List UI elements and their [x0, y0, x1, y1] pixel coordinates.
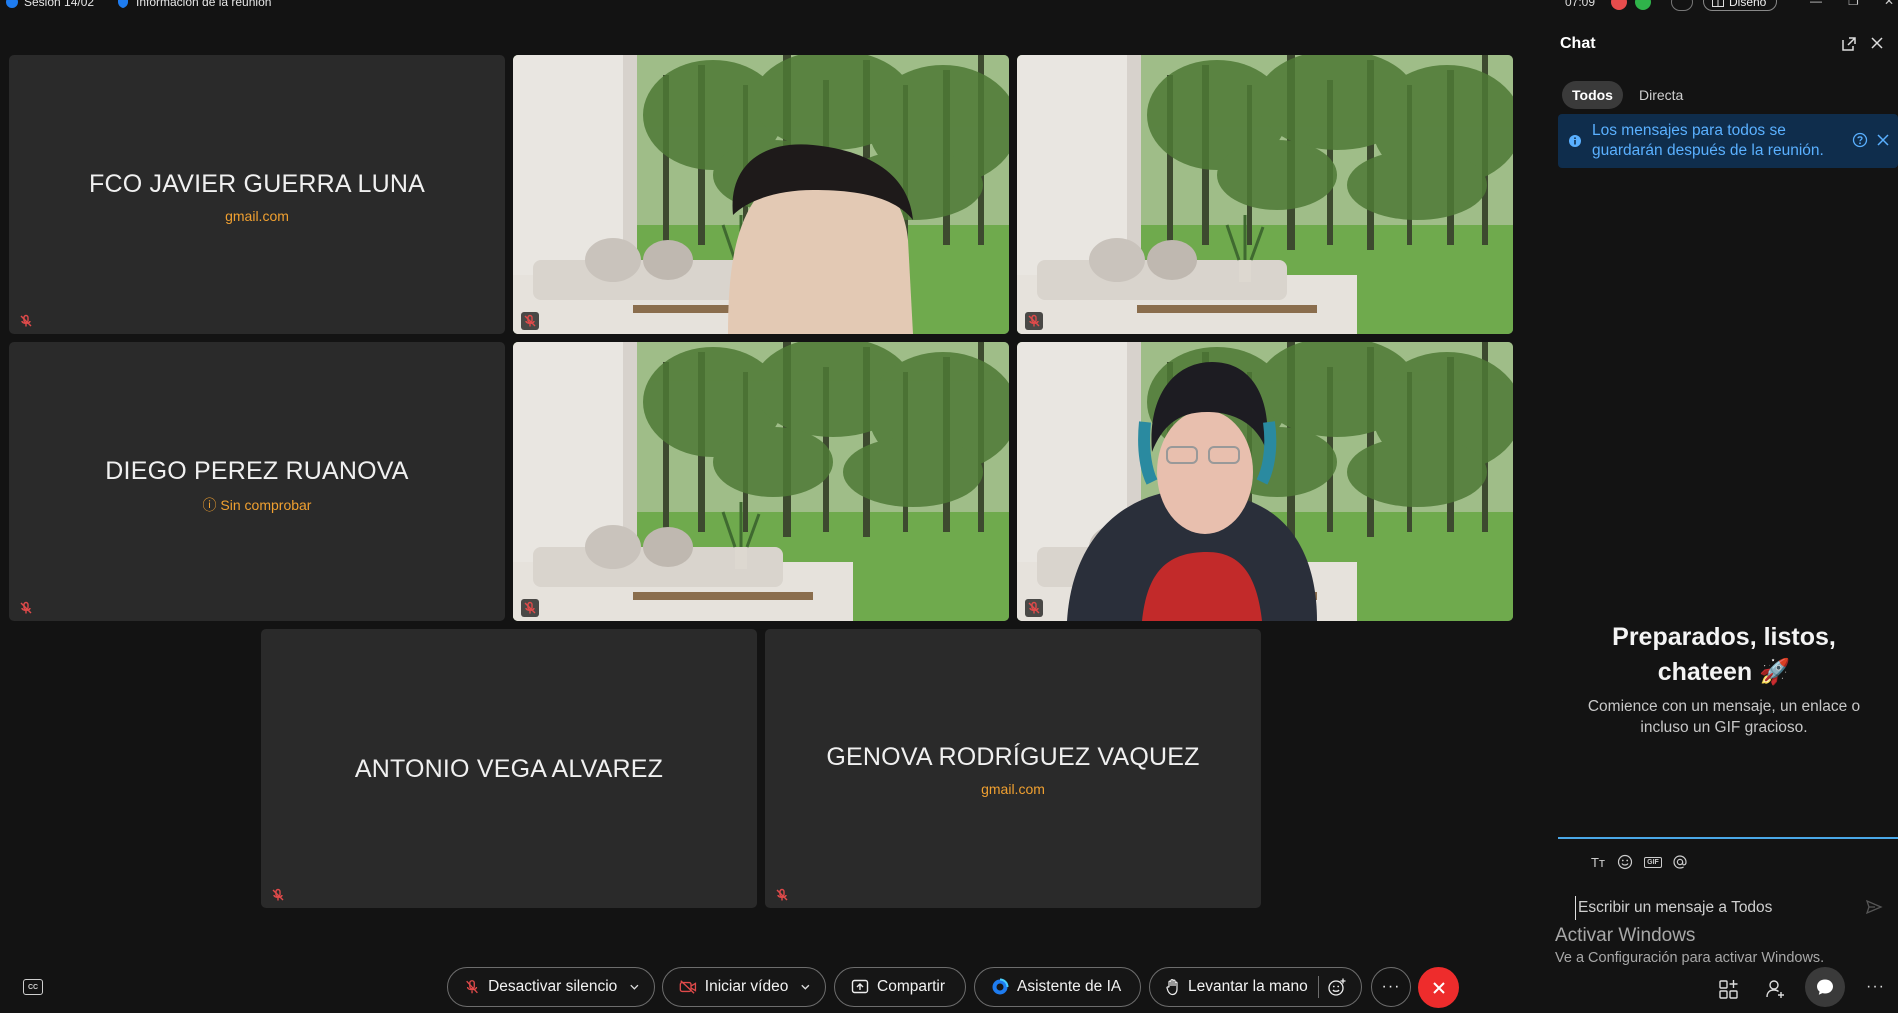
video-off-icon [679, 980, 697, 994]
text-format-icon[interactable]: Tт [1588, 852, 1608, 872]
help-icon[interactable] [1852, 132, 1868, 148]
participant-name: FCO JAVIER GUERRA LUNA [89, 170, 425, 198]
verification-status: ⓘ Sin comprobar [202, 497, 312, 513]
reactions-icon[interactable] [1327, 977, 1347, 997]
divider [1317, 976, 1319, 998]
raise-hand-label: Levantar la mano [1188, 978, 1308, 995]
share-screen-icon [851, 979, 869, 994]
participant-tile[interactable]: FCO JAVIER GUERRA LUNA gmail.com [9, 55, 505, 334]
video-feed [1017, 55, 1513, 334]
raise-hand-button[interactable]: Levantar la mano [1149, 967, 1362, 1007]
closed-captions-icon[interactable]: CC [23, 979, 43, 995]
participant-name: ANTONIO VEGA ALVAREZ [354, 755, 664, 783]
search-icon[interactable] [1671, 0, 1693, 11]
chat-tabs: Todos Directa [1562, 81, 1693, 109]
tab-todos[interactable]: Todos [1562, 81, 1623, 109]
unmute-button[interactable]: Desactivar silencio [447, 967, 655, 1007]
layout-icon [1712, 0, 1724, 7]
emoji-icon[interactable] [1615, 852, 1635, 872]
participant-tile[interactable]: DIEGO PEREZ RUANOVA ⓘ Sin comprobar [9, 342, 505, 621]
ai-assistant-label: Asistente de IA [1017, 978, 1122, 995]
meeting-time: 07:09 [1565, 0, 1596, 9]
save-notice-banner: Los mensajes para todos se guardarán des… [1558, 114, 1898, 168]
message-input[interactable] [1575, 896, 1865, 920]
gif-icon[interactable]: GIF [1643, 852, 1663, 872]
share-label: Compartir [877, 978, 946, 995]
meeting-info-label: Información de la reunión [136, 0, 272, 9]
dismiss-icon[interactable] [1876, 133, 1890, 147]
chat-bubble-icon [1817, 979, 1833, 995]
top-bar: Sesión 14/02 Información de la reunión 0… [0, 0, 1898, 14]
windows-activation-title: Activar Windows [1555, 925, 1696, 946]
more-options-button[interactable]: ··· [1371, 967, 1411, 1007]
recording-indicator-icon [1611, 0, 1627, 10]
video-feed [1017, 342, 1513, 621]
close-icon[interactable] [1868, 34, 1886, 52]
empty-state-subtitle: Comience con un mensaje, un enlace o inc… [1587, 698, 1861, 736]
muted-mic-icon [521, 599, 539, 617]
connection-indicator-icon [1635, 0, 1651, 10]
question-circle-icon: ⓘ [202, 497, 217, 513]
minimize-window-icon[interactable]: — [1810, 0, 1822, 8]
muted-mic-icon [1025, 312, 1043, 330]
participant-video-tile[interactable] [513, 55, 1009, 334]
start-video-button[interactable]: Iniciar vídeo [662, 967, 826, 1007]
meeting-info-button[interactable]: Información de la reunión [116, 0, 271, 9]
participant-video-tile[interactable] [1017, 342, 1513, 621]
participant-email: gmail.com [981, 781, 1045, 797]
more-panels-button[interactable]: ··· [1866, 978, 1885, 996]
shield-icon [118, 0, 128, 8]
chat-title: Chat [1560, 35, 1596, 52]
share-button[interactable]: Compartir [834, 967, 966, 1007]
video-feed [513, 342, 1009, 621]
session-tab[interactable]: Sesión 14/02 [6, 0, 94, 9]
chevron-down-icon[interactable] [629, 981, 640, 993]
participant-tile[interactable]: GENOVA RODRÍGUEZ VAQUEZ gmail.com [765, 629, 1261, 908]
session-label: Sesión 14/02 [24, 0, 95, 9]
muted-mic-icon [17, 599, 35, 617]
mention-icon[interactable] [1670, 852, 1690, 872]
person-figure [728, 144, 913, 334]
participant-email: gmail.com [225, 208, 289, 224]
muted-mic-icon [17, 312, 35, 330]
start-video-label: Iniciar vídeo [704, 978, 789, 995]
leave-meeting-button[interactable] [1418, 967, 1459, 1008]
layout-button[interactable]: Diseño [1703, 0, 1778, 11]
unmute-label: Desactivar silencio [488, 978, 618, 995]
layout-label: Diseño [1729, 0, 1767, 9]
participant-tile[interactable]: ANTONIO VEGA ALVAREZ [261, 629, 757, 908]
pop-out-icon[interactable] [1840, 35, 1858, 53]
send-icon[interactable] [1865, 898, 1883, 916]
notice-text: Los mensajes para todos se guardarán des… [1592, 122, 1824, 159]
muted-mic-icon [1025, 599, 1043, 617]
apps-icon[interactable] [1718, 978, 1740, 1000]
participants-icon[interactable] [1764, 978, 1786, 1000]
hand-icon [1166, 979, 1178, 996]
video-feed [513, 55, 1009, 334]
chevron-down-icon[interactable] [800, 981, 811, 993]
muted-mic-icon [773, 886, 791, 904]
info-icon [1569, 135, 1581, 147]
muted-mic-icon [269, 886, 287, 904]
empty-state-title: Preparados, listos, chateen 🚀 [1612, 623, 1836, 686]
participant-name: DIEGO PEREZ RUANOVA [105, 457, 409, 485]
participant-video-tile[interactable] [1017, 55, 1513, 334]
muted-mic-icon [466, 980, 478, 994]
participant-video-tile[interactable] [513, 342, 1009, 621]
tab-directa[interactable]: Directa [1629, 81, 1693, 109]
restore-window-icon[interactable]: ❐ [1848, 0, 1859, 8]
ai-assistant-icon [992, 978, 1009, 995]
windows-activation-subtitle: Ve a Configuración para activar Windows. [1555, 950, 1825, 966]
compose-divider [1558, 837, 1898, 839]
ai-assistant-button[interactable]: Asistente de IA [974, 967, 1141, 1007]
webex-icon [6, 0, 18, 8]
close-window-icon[interactable]: ✕ [1884, 0, 1894, 8]
close-icon [1432, 981, 1445, 994]
chat-toggle-button[interactable] [1805, 967, 1845, 1007]
participant-name: GENOVA RODRÍGUEZ VAQUEZ [826, 743, 1200, 771]
muted-mic-icon [521, 312, 539, 330]
